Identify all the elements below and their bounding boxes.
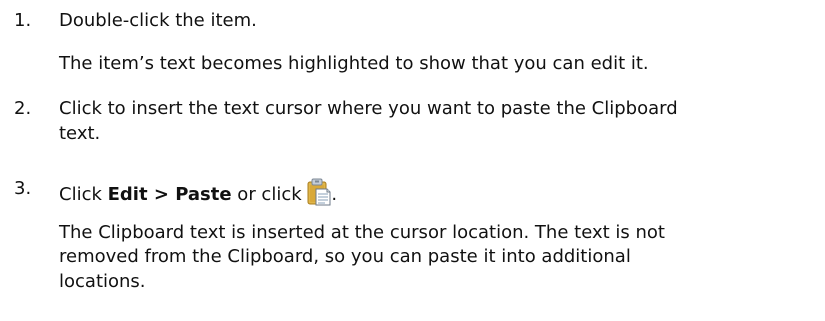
paste-icon bbox=[307, 178, 331, 206]
step-result: The item’s text becomes highlighted to s… bbox=[59, 53, 649, 74]
step-number: 3. bbox=[14, 178, 32, 199]
step-result-line: locations. bbox=[59, 271, 146, 292]
step-result-line: The Clipboard text is inserted at the cu… bbox=[59, 222, 665, 243]
step-result-line: removed from the Clipboard, so you can p… bbox=[59, 246, 631, 267]
instruction-middle: or click bbox=[231, 184, 308, 205]
step-number: 2. bbox=[14, 98, 32, 119]
step-instruction-line: text. bbox=[59, 123, 101, 144]
step-instruction: Double-click the item. bbox=[59, 10, 257, 31]
menu-path: Edit > Paste bbox=[107, 184, 232, 205]
instruction-prefix: Click bbox=[59, 184, 108, 205]
step-instruction-line: Click to insert the text cursor where yo… bbox=[59, 98, 678, 119]
step-instruction: Click Edit > Paste or click . bbox=[59, 178, 337, 206]
step-number: 1. bbox=[14, 10, 32, 31]
instruction-suffix: . bbox=[331, 184, 338, 205]
